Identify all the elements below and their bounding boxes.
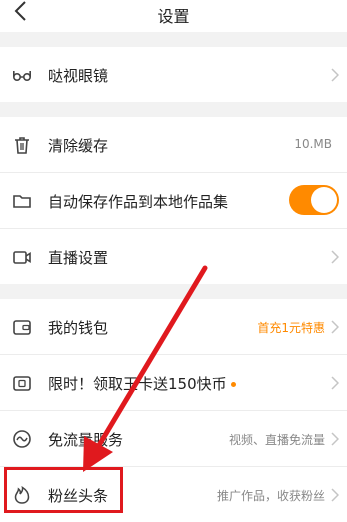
auto-save-toggle[interactable] [289, 185, 339, 215]
settings-row-wallet[interactable]: 我的钱包 首充1元特惠 [0, 299, 347, 355]
page-title: 设置 [157, 7, 190, 26]
chevron-right-icon [331, 432, 339, 446]
toggle-knob [311, 187, 337, 213]
annotation-highlight-box [4, 467, 123, 513]
cache-size-value: 10.MB [294, 137, 332, 151]
settings-row-live-settings[interactable]: 直播设置 [0, 229, 347, 284]
section-storage: 清除缓存 10.MB 自动保存作品到本地作品集 直播设置 [0, 117, 347, 284]
trash-icon [15, 137, 29, 154]
settings-row-clear-cache[interactable]: 清除缓存 10.MB [0, 117, 347, 173]
section-glasses: 哒视眼镜 [0, 47, 347, 102]
settings-row-free-data[interactable]: 免流量服务 视频、直播免流量 [0, 411, 347, 467]
row-label: 清除缓存 [48, 137, 109, 155]
new-dot-badge [230, 382, 236, 387]
king-card-label-text: 限时！领取王卡送150快币 [48, 375, 227, 393]
row-label: 限时！领取王卡送150快币 [48, 373, 236, 394]
settings-row-glasses[interactable]: 哒视眼镜 [0, 47, 347, 102]
settings-row-auto-save[interactable]: 自动保存作品到本地作品集 [0, 173, 347, 229]
row-label: 免流量服务 [48, 431, 124, 449]
row-label: 直播设置 [48, 249, 109, 267]
data-wave-icon [13, 430, 31, 448]
chevron-right-icon [331, 320, 339, 334]
folder-icon [13, 195, 31, 208]
row-label: 哒视眼镜 [48, 67, 109, 85]
chevron-right-icon [331, 376, 339, 390]
chevron-right-icon [331, 68, 339, 82]
row-label: 自动保存作品到本地作品集 [48, 193, 229, 211]
video-camera-icon [13, 251, 31, 264]
wallet-icon [13, 320, 31, 335]
sim-card-icon [13, 376, 31, 391]
settings-row-king-card[interactable]: 限时！领取王卡送150快币 [0, 355, 347, 411]
chevron-right-icon [331, 488, 339, 502]
free-data-value: 视频、直播免流量 [228, 433, 325, 447]
wallet-promo-value: 首充1元特惠 [257, 321, 325, 335]
glasses-icon [12, 71, 32, 82]
chevron-right-icon [331, 250, 339, 264]
row-label: 我的钱包 [48, 319, 109, 337]
top-bar: 设置 [0, 0, 347, 32]
fans-headline-value: 推广作品，收获粉丝 [216, 489, 325, 503]
